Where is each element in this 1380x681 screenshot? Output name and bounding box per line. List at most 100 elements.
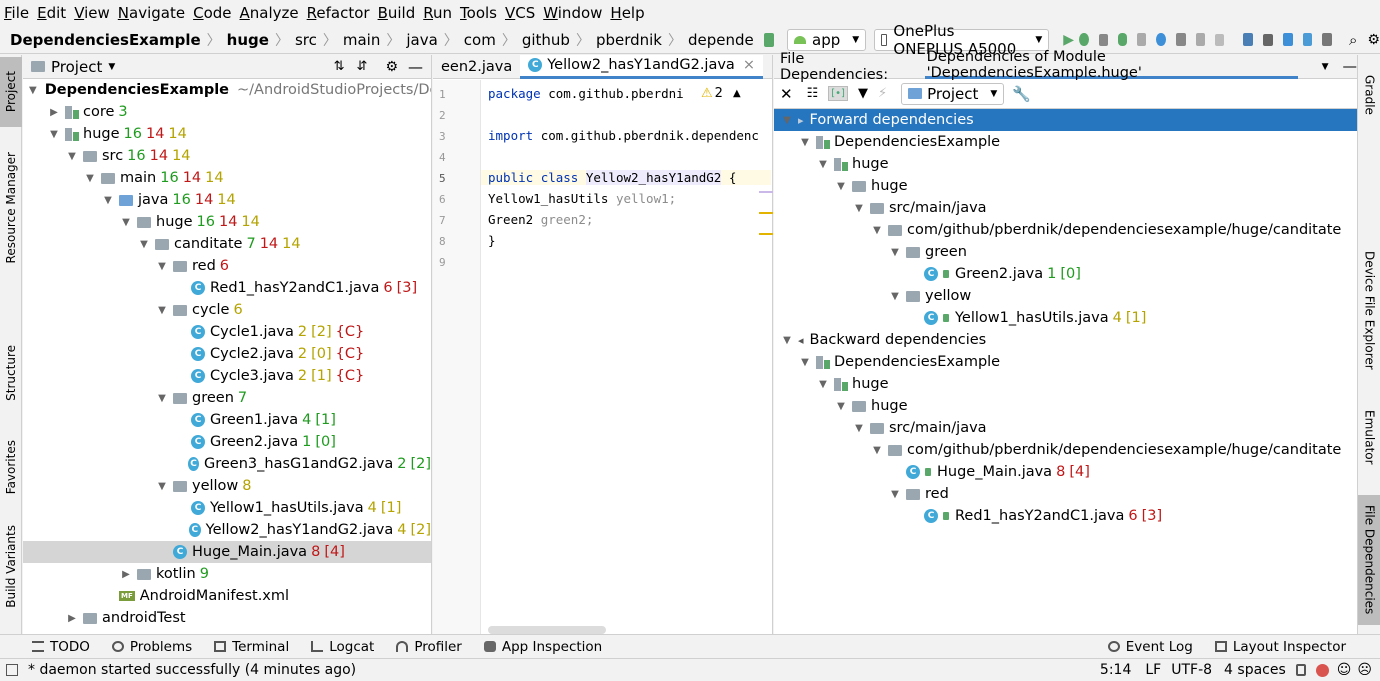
hide-icon[interactable]: — [1343,59,1358,75]
tab-structure[interactable]: Structure [0,333,22,413]
tool-problems[interactable]: Problems [111,639,192,655]
tree-item[interactable]: C Cycle1.java 2 [2] {C} [23,321,431,343]
menu-build[interactable]: Build [378,4,422,22]
lightning-icon[interactable]: ⚡ [878,86,887,101]
chevron-down-icon[interactable]: ▼ [155,305,169,316]
menu-run[interactable]: Run [423,4,458,22]
menu-navigate[interactable]: Navigate [118,4,191,22]
smile-icon[interactable]: ☺ [1337,662,1352,678]
chevron-down-icon[interactable]: ▼ [101,195,115,206]
line-separator[interactable]: LF [1145,662,1161,678]
search-icon[interactable]: ⌕ [1349,31,1357,49]
chevron-down-icon[interactable]: ▼ [47,129,61,140]
chevron-down-icon[interactable]: ▼ [834,401,848,412]
chevron-right-icon[interactable]: ▶ [119,569,133,580]
tree-item[interactable]: ▶ kotlin 9 [23,563,431,585]
tree-item[interactable]: ▼ canditate 7 14 14 [23,233,431,255]
run-config-select[interactable]: app ▼ [787,28,867,51]
tree-item[interactable]: ▼ com/github/pberdnik/dependenciesexample… [774,439,1357,461]
breadcrumb-item[interactable]: DependenciesExample [10,31,201,49]
menu-help[interactable]: Help [610,4,650,22]
attach-debugger-icon[interactable] [1136,33,1147,46]
chevron-down-icon[interactable]: ▼ [888,247,902,258]
tab-gradle[interactable]: Gradle [1358,65,1380,125]
menu-window[interactable]: Window [543,4,608,22]
wrench-icon[interactable]: 🔧 [1012,85,1031,103]
tree-item[interactable]: ▼ src/main/java [774,197,1357,219]
tree-item[interactable]: C Green2.java 1 [0] [774,263,1357,285]
editor-tab[interactable]: een2.java [433,55,520,79]
tree-item[interactable]: C Yellow2_hasY1andG2.java 4 [2] [23,519,431,541]
apply-code-changes-icon[interactable] [1098,33,1109,46]
toggle-tool-windows-icon[interactable] [6,664,18,676]
menu-edit[interactable]: Edit [37,4,72,22]
close-icon[interactable]: ✕ [780,85,793,103]
breadcrumb-item[interactable]: huge [227,31,269,49]
tree-item[interactable]: ▼ huge 16 14 14 [23,211,431,233]
code-line[interactable]: Yellow1_hasUtils yellow1; [488,191,676,206]
tree-item[interactable]: C Cycle2.java 2 [0] {C} [23,343,431,365]
tree-item[interactable]: ▼ DependenciesExample ~/AndroidStudioPro… [23,79,431,101]
chevron-down-icon[interactable]: ▼ [119,217,133,228]
tree-item[interactable]: ▼ java 16 14 14 [23,189,431,211]
tree-item[interactable]: C Yellow1_hasUtils.java 4 [1] [23,497,431,519]
chevron-down-icon[interactable]: ▼ [108,62,115,72]
chevron-down-icon[interactable]: ▼ [780,115,794,126]
tree-item[interactable]: MF AndroidManifest.xml [23,585,431,607]
breadcrumb-item[interactable]: pberdnik [596,31,662,49]
tree-item[interactable]: ▼ src 16 14 14 [23,145,431,167]
run-tests-icon[interactable] [1195,33,1206,46]
chevron-down-icon[interactable]: ▼ [83,173,97,184]
chevron-down-icon[interactable]: ▼ [155,261,169,272]
tool-layout-inspector[interactable]: Layout Inspector [1214,639,1346,655]
tree-item[interactable]: C Cycle3.java 2 [1] {C} [23,365,431,387]
chevron-down-icon[interactable]: ▼ [798,357,812,368]
editor-tab-active[interactable]: C Yellow2_hasY1andG2.java × [520,54,763,79]
close-icon[interactable]: × [743,57,755,73]
tab-build-variants[interactable]: Build Variants [0,521,22,611]
chevron-down-icon[interactable]: ▼ [798,137,812,148]
sdk-manager-icon[interactable] [1302,33,1313,46]
breadcrumb-item[interactable]: java [406,31,437,49]
code-line[interactable]: Green2 green2; [488,212,593,227]
tree-item[interactable]: ▼ com/github/pberdnik/dependenciesexample… [774,219,1357,241]
chevron-down-icon[interactable]: ▼ [888,489,902,500]
menu-view[interactable]: View [74,4,116,22]
tree-item[interactable]: ▼ red 6 [23,255,431,277]
chevron-down-icon[interactable]: ▼ [816,159,830,170]
menu-tools[interactable]: Tools [460,4,503,22]
tree-item[interactable]: ▼ DependenciesExample [774,351,1357,373]
tree-item[interactable]: C Green1.java 4 [1] [23,409,431,431]
chevron-down-icon[interactable]: ▼ [29,85,37,96]
tab-resource-manager[interactable]: Resource Manager [0,143,22,273]
caret-position[interactable]: 5:14 [1100,662,1131,678]
show-files-icon[interactable]: [•] [828,86,848,101]
project-view-select[interactable]: Project [51,58,102,76]
menu-analyze[interactable]: Analyze [240,4,305,22]
tool-logcat[interactable]: Logcat [311,639,374,655]
horizontal-scrollbar[interactable] [488,626,606,634]
warning-indicator[interactable]: ⚠ 2 ▲ [701,86,741,101]
menu-file[interactable]: File [4,4,35,22]
chevron-down-icon[interactable]: ▼ [870,445,884,456]
tree-item[interactable]: ▼ huge [774,175,1357,197]
chevron-down-icon[interactable]: ▼ [888,291,902,302]
tree-item[interactable]: ▼ huge 16 14 14 [23,123,431,145]
chevron-down-icon[interactable]: ▼ [870,225,884,236]
tree-item[interactable]: C Green3_hasG1andG2.java 2 [2] [23,453,431,475]
chevron-down-icon[interactable]: ▼ [852,203,866,214]
chevron-down-icon[interactable]: ▼ [65,151,79,162]
settings-icon[interactable]: ⚙ [1367,32,1380,48]
chevron-down-icon[interactable]: ▼ [137,239,151,250]
tab-emulator[interactable]: Emulator [1358,400,1380,475]
collapse-all-icon[interactable]: ⇵ [357,59,368,74]
coverage-icon[interactable] [1176,33,1186,46]
tree-item[interactable]: C Red1_hasY2andC1.java 6 [3] [23,277,431,299]
chevron-down-icon[interactable]: ▼ [1322,62,1329,72]
sync-project-icon[interactable] [1242,33,1254,46]
tree-item[interactable]: ▼ cycle 6 [23,299,431,321]
error-icon[interactable] [1315,663,1329,677]
breadcrumb-item[interactable]: github [522,31,570,49]
code-line[interactable]: } [488,233,496,248]
tab-favorites[interactable]: Favorites [0,427,22,507]
